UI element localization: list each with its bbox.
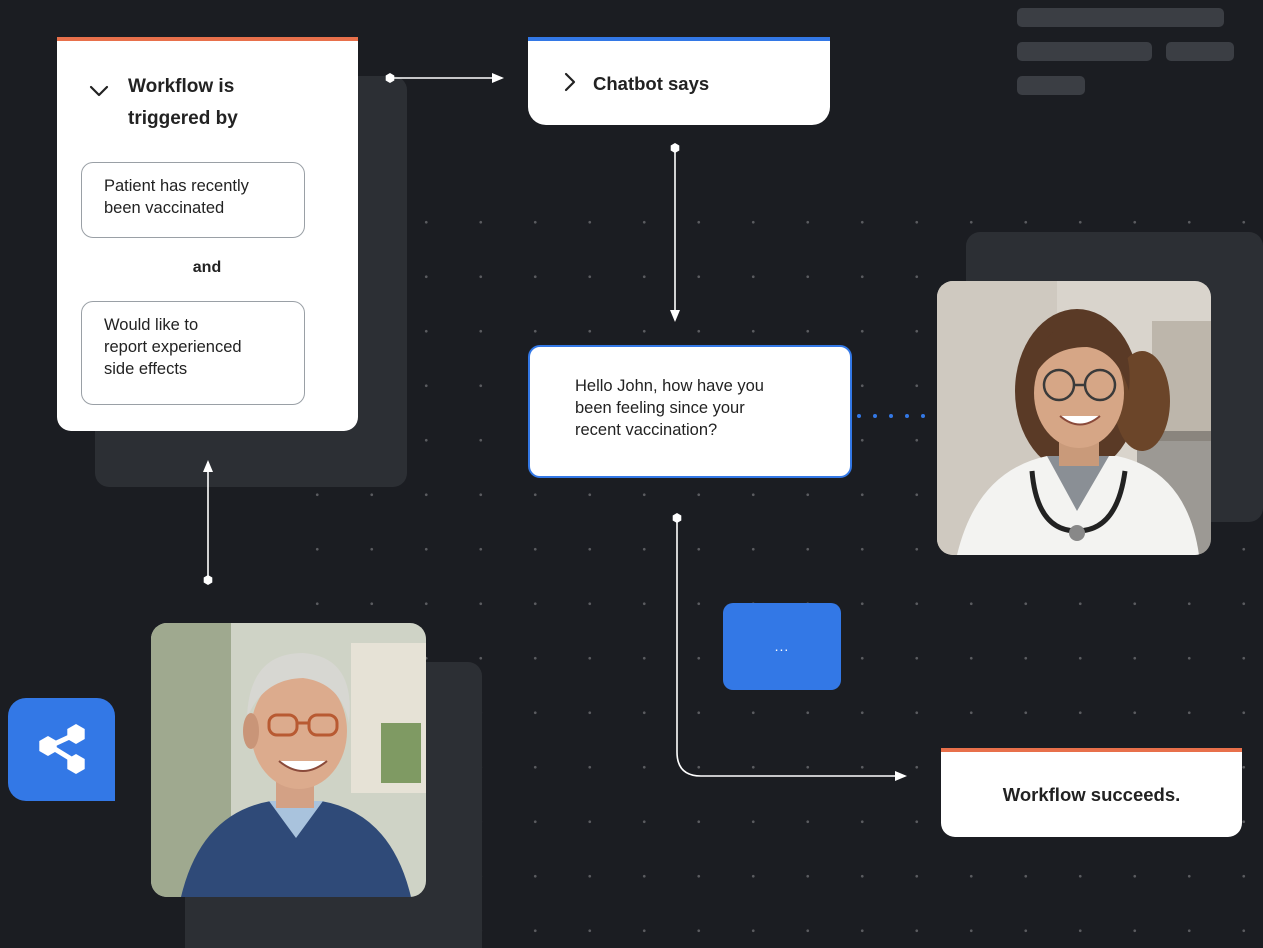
chevron-right-icon[interactable] — [559, 71, 581, 93]
condition-side-effects[interactable]: Would like to report experienced side ef… — [81, 301, 305, 405]
condition-text: Patient has recently — [104, 177, 249, 195]
condition-connector: and — [192, 259, 222, 276]
doctor-illustration — [937, 281, 1211, 555]
message-text: recent vaccination? — [575, 421, 718, 439]
connector-trigger-to-chatbot — [385, 73, 504, 83]
message-text: been feeling since your — [575, 399, 745, 417]
connector-chatbot-to-message — [670, 143, 680, 322]
trigger-card[interactable]: Workflow is triggered by Patient has rec… — [57, 37, 358, 431]
condition-text: report experienced — [104, 338, 242, 356]
dotted-connector-doctor — [857, 414, 925, 418]
condition-text: side effects — [104, 360, 188, 378]
chevron-down-icon[interactable] — [87, 79, 111, 103]
share-button[interactable] — [8, 698, 115, 801]
patient-illustration — [151, 623, 426, 897]
doctor-photo — [937, 281, 1211, 555]
condition-text: been vaccinated — [104, 199, 225, 217]
typing-indicator: ... — [723, 603, 841, 690]
trigger-title-line: triggered by — [128, 108, 238, 129]
trigger-title-line: Workflow is — [128, 76, 235, 97]
chatbot-card[interactable]: Chatbot says — [528, 37, 830, 125]
condition-vaccinated[interactable]: Patient has recently been vaccinated — [81, 162, 305, 238]
success-card[interactable]: Workflow succeeds. — [941, 748, 1242, 837]
share-nodes-icon — [39, 724, 85, 774]
success-title: Workflow succeeds. — [1002, 784, 1181, 805]
chat-message-bubble: Hello John, how have you been feeling si… — [528, 345, 852, 478]
message-text: Hello John, how have you — [575, 377, 764, 395]
connector-patient-to-trigger — [203, 460, 213, 585]
chatbot-title: Chatbot says — [593, 73, 710, 94]
patient-photo — [151, 623, 426, 897]
condition-text: Would like to — [104, 316, 199, 334]
